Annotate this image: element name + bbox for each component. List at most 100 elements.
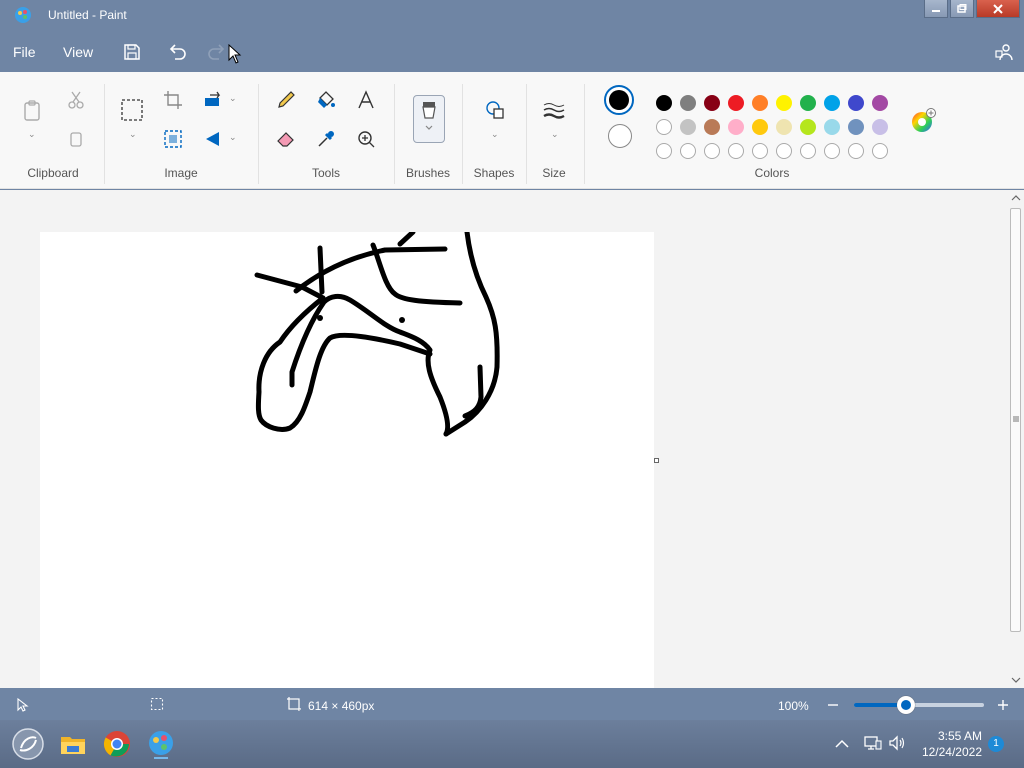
maximize-button[interactable] — [950, 0, 974, 18]
color-swatch[interactable] — [656, 95, 672, 111]
ribbon-separator — [394, 84, 395, 184]
fill-icon[interactable] — [315, 89, 337, 111]
custom-color-swatch[interactable] — [800, 143, 816, 159]
color-swatch[interactable] — [872, 95, 888, 111]
flip-chevron-icon[interactable]: ⌄ — [229, 132, 237, 143]
copy-icon[interactable] — [65, 128, 87, 150]
color-swatch[interactable] — [800, 119, 816, 135]
shapes-icon[interactable] — [484, 99, 506, 121]
color-swatch[interactable] — [704, 119, 720, 135]
text-icon[interactable] — [355, 89, 377, 111]
size-icon[interactable] — [543, 99, 565, 121]
scrollbar-thumb[interactable] — [1010, 208, 1021, 632]
color-swatch[interactable] — [704, 95, 720, 111]
flip-icon[interactable] — [202, 128, 224, 150]
custom-color-swatch[interactable] — [752, 143, 768, 159]
notification-badge[interactable]: 1 — [988, 736, 1004, 752]
zoom-out-icon[interactable] — [826, 698, 840, 712]
zoom-slider[interactable] — [854, 696, 984, 714]
custom-color-swatch[interactable] — [704, 143, 720, 159]
color-swatch[interactable] — [848, 119, 864, 135]
taskbar: 3:55 AM 12/24/2022 — [0, 720, 1024, 768]
file-explorer-icon[interactable] — [57, 728, 89, 760]
color-swatch[interactable] — [680, 95, 696, 111]
color-swatch[interactable] — [848, 95, 864, 111]
clock-time: 3:55 AM — [937, 729, 982, 743]
canvas-resize-handle[interactable] — [654, 458, 659, 463]
rotate-icon[interactable] — [202, 89, 224, 111]
minimize-button[interactable] — [924, 0, 948, 18]
cut-icon[interactable] — [65, 89, 87, 111]
vertical-scrollbar[interactable] — [1008, 190, 1024, 688]
pencil-icon[interactable] — [275, 89, 297, 111]
clock[interactable]: 3:55 AM 12/24/2022 — [916, 728, 982, 760]
edit-colors-icon[interactable] — [910, 108, 936, 134]
scroll-up-icon[interactable] — [1011, 194, 1021, 202]
color-swatch[interactable] — [656, 119, 672, 135]
title-bar: Untitled - Paint — [0, 0, 1024, 32]
zoom-in-icon[interactable] — [996, 698, 1010, 712]
size-group-label: Size — [542, 166, 566, 180]
eraser-icon[interactable] — [275, 128, 297, 150]
secondary-color-button[interactable] — [608, 124, 632, 148]
volume-icon[interactable] — [888, 735, 906, 751]
brush-icon — [422, 102, 436, 130]
menu-view[interactable]: View — [63, 44, 93, 60]
save-icon[interactable] — [121, 41, 143, 63]
crop-icon[interactable] — [162, 89, 184, 111]
color-swatch[interactable] — [776, 95, 792, 111]
select-chevron-icon[interactable]: ⌄ — [129, 129, 137, 140]
color-swatch[interactable] — [776, 119, 792, 135]
zoom-slider-thumb[interactable] — [897, 696, 915, 714]
drawing-canvas[interactable] — [40, 229, 654, 688]
size-chevron-icon[interactable]: ⌄ — [551, 129, 559, 140]
color-swatch[interactable] — [824, 95, 840, 111]
chrome-icon[interactable] — [101, 728, 133, 760]
color-swatch[interactable] — [800, 95, 816, 111]
color-swatch[interactable] — [872, 119, 888, 135]
color-swatch[interactable] — [728, 95, 744, 111]
custom-color-swatch[interactable] — [656, 143, 672, 159]
canvas-size-text: 614 × 460px — [308, 699, 375, 713]
undo-icon[interactable] — [166, 41, 188, 63]
color-swatch[interactable] — [752, 119, 768, 135]
select-icon[interactable] — [121, 99, 143, 121]
custom-color-swatch[interactable] — [848, 143, 864, 159]
show-hidden-icons-icon[interactable] — [834, 737, 850, 751]
minimize-icon — [932, 9, 940, 12]
status-bar: 614 × 460px 100% — [0, 689, 1024, 720]
paste-chevron-icon[interactable]: ⌄ — [28, 129, 36, 140]
color-swatch[interactable] — [824, 119, 840, 135]
custom-color-swatch[interactable] — [680, 143, 696, 159]
primary-color-button[interactable] — [604, 85, 634, 115]
paint-app-icon — [15, 7, 31, 23]
start-button-icon[interactable] — [12, 728, 44, 760]
account-icon[interactable] — [993, 41, 1015, 63]
window-title: Untitled - Paint — [48, 8, 127, 22]
color-swatch[interactable] — [752, 95, 768, 111]
cursor-position-icon — [17, 698, 29, 712]
color-swatch[interactable] — [728, 119, 744, 135]
custom-color-swatch[interactable] — [776, 143, 792, 159]
shapes-chevron-icon[interactable]: ⌄ — [491, 129, 499, 140]
menu-bar: File View — [0, 32, 1024, 72]
scroll-down-icon[interactable] — [1011, 676, 1021, 684]
menu-file[interactable]: File — [13, 44, 36, 60]
network-icon[interactable] — [864, 735, 882, 751]
custom-color-swatch[interactable] — [872, 143, 888, 159]
close-button[interactable] — [976, 0, 1020, 18]
custom-color-swatch[interactable] — [824, 143, 840, 159]
brushes-button[interactable] — [413, 95, 445, 143]
redo-icon[interactable] — [206, 41, 228, 63]
paste-icon[interactable] — [21, 99, 43, 121]
color-swatch[interactable] — [680, 119, 696, 135]
restore-icon — [957, 3, 967, 13]
paint-taskbar-icon[interactable] — [145, 728, 177, 760]
custom-color-swatch[interactable] — [728, 143, 744, 159]
color-picker-icon[interactable] — [315, 128, 337, 150]
grip-icon — [1013, 416, 1019, 422]
magnifier-icon[interactable] — [355, 128, 377, 150]
rotate-chevron-icon[interactable]: ⌄ — [229, 93, 237, 104]
clipboard-group-label: Clipboard — [27, 166, 79, 180]
resize-icon[interactable] — [162, 128, 184, 150]
